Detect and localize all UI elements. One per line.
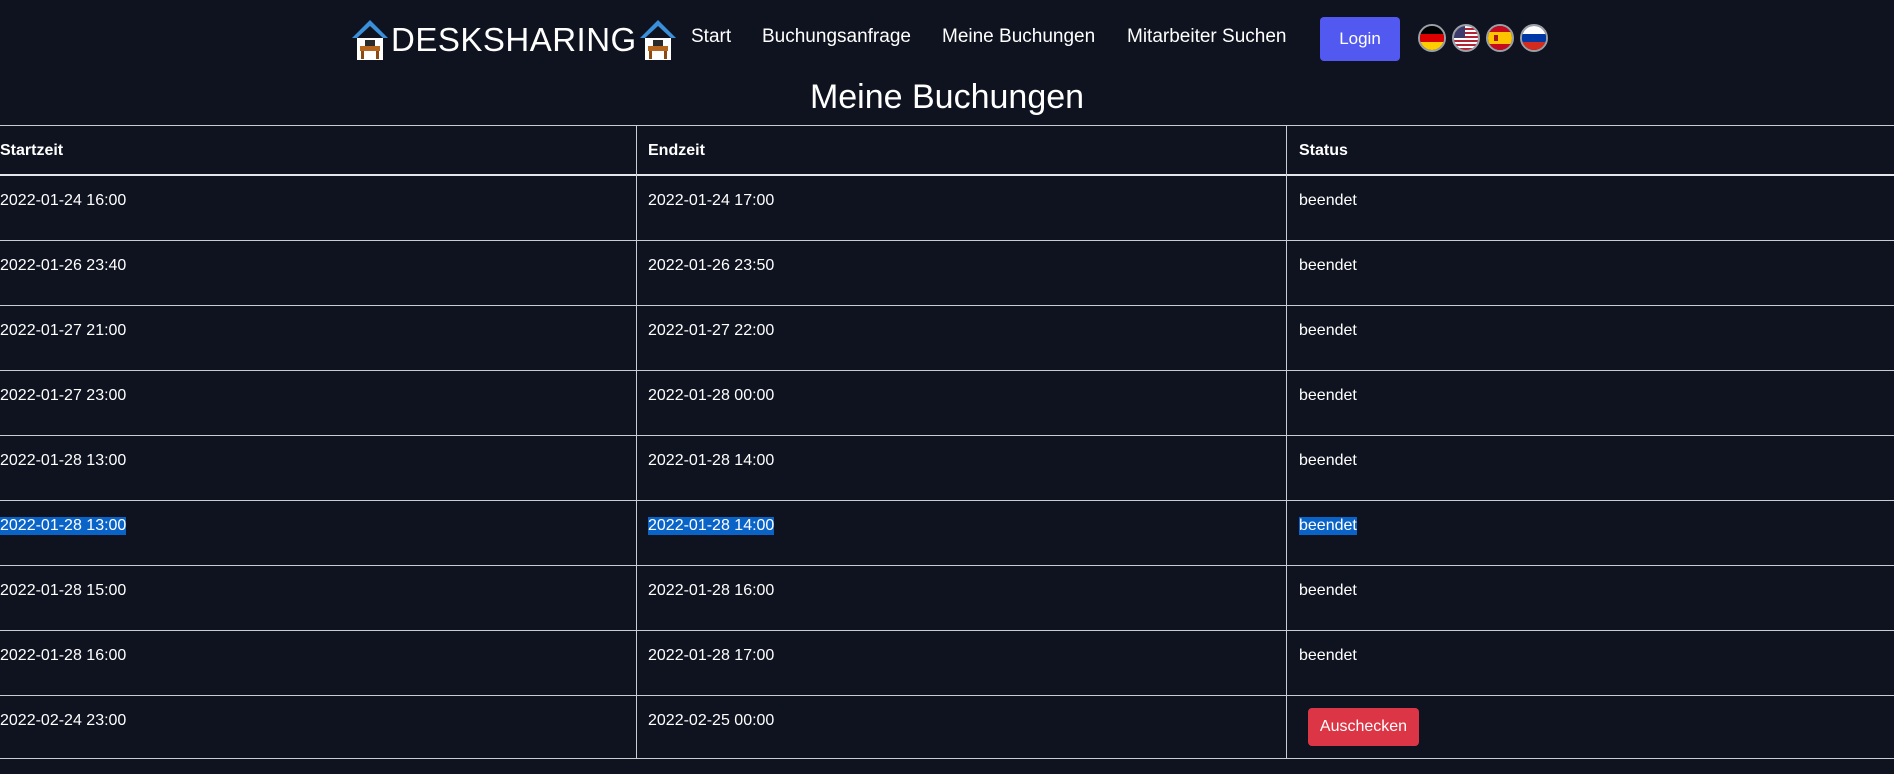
us-flag-icon[interactable] <box>1452 24 1480 52</box>
page-title: Meine Buchungen <box>809 78 1085 116</box>
house-desk-icon <box>638 18 678 62</box>
german-flag-icon[interactable] <box>1418 24 1446 52</box>
navbar: DESKSHARING Start Buchungsanfrage Meine … <box>0 0 1894 80</box>
brand-name: DESKSHARING <box>391 21 637 58</box>
row-start: 2022-01-26 23:40 <box>0 257 127 274</box>
row-status: beendet <box>1299 452 1357 469</box>
spain-flag-icon[interactable] <box>1486 24 1514 52</box>
row-end: 2022-01-28 17:00 <box>648 647 775 664</box>
row-start: 2022-01-28 13:00 <box>0 452 127 469</box>
row-start: 2022-01-27 21:00 <box>0 322 127 339</box>
row-status: beendet <box>1299 647 1357 664</box>
row-status: beendet <box>1299 387 1357 404</box>
row-status: beendet <box>1299 322 1357 339</box>
nav-start[interactable]: Start <box>691 26 731 48</box>
row-start: 2022-01-24 16:00 <box>0 192 127 209</box>
brand-logo[interactable]: DESKSHARING <box>350 16 678 64</box>
row-start: 2022-01-27 23:00 <box>0 387 127 404</box>
row-end: 2022-01-28 14:00 <box>648 452 775 469</box>
header-status[interactable]: Status <box>1299 142 1348 160</box>
row-start: 2022-01-28 13:00 <box>0 517 127 535</box>
row-end: 2022-01-28 16:00 <box>648 582 775 599</box>
row-status: beendet <box>1299 582 1357 599</box>
checkout-button[interactable]: Auschecken <box>1308 708 1419 746</box>
row-end: 2022-01-28 00:00 <box>648 387 775 404</box>
login-button[interactable]: Login <box>1320 17 1400 61</box>
row-end: 2022-02-25 00:00 <box>648 712 775 729</box>
row-start: 2022-01-28 15:00 <box>0 582 127 599</box>
row-start: 2022-01-28 16:00 <box>0 647 127 664</box>
row-status: beendet <box>1299 257 1357 274</box>
nav-my-bookings[interactable]: Meine Buchungen <box>942 26 1095 48</box>
header-endzeit[interactable]: Endzeit <box>648 142 705 160</box>
nav-find-employee[interactable]: Mitarbeiter Suchen <box>1127 26 1286 48</box>
row-status: beendet <box>1299 517 1357 535</box>
row-end: 2022-01-27 22:00 <box>648 322 775 339</box>
header-startzeit[interactable]: Startzeit <box>0 142 63 160</box>
row-status: beendet <box>1299 192 1357 209</box>
row-end: 2022-01-24 17:00 <box>648 192 775 209</box>
row-start: 2022-02-24 23:00 <box>0 712 127 729</box>
row-end: 2022-01-26 23:50 <box>648 257 775 274</box>
nav-booking-request[interactable]: Buchungsanfrage <box>762 26 911 48</box>
row-end: 2022-01-28 14:00 <box>648 517 775 535</box>
house-desk-icon <box>350 18 390 62</box>
russia-flag-icon[interactable] <box>1520 24 1548 52</box>
